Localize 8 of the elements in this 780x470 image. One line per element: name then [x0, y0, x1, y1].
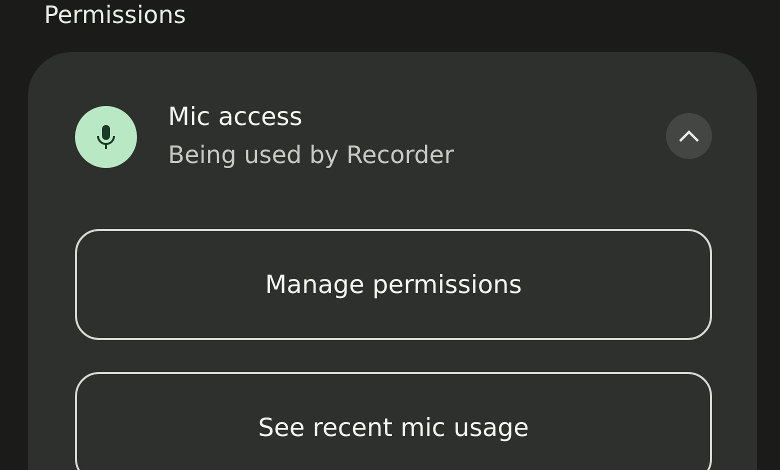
collapse-button[interactable]: [666, 112, 712, 158]
microphone-icon: [75, 106, 137, 168]
chevron-icon: [678, 128, 700, 142]
permission-title: Mic access: [168, 102, 304, 131]
section-heading: Permissions: [43, 0, 187, 30]
action-button[interactable]: Manage permissions: [75, 229, 712, 340]
action-button[interactable]: See recent mic usage: [75, 372, 712, 470]
permission-status: Being used by Recorder: [168, 141, 455, 169]
